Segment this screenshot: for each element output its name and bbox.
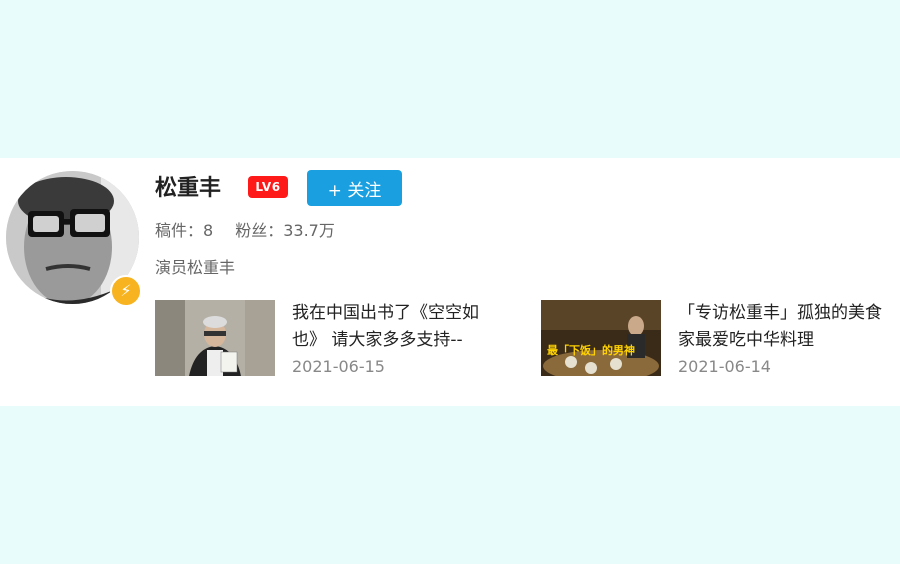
author-card: ⚡ 松重丰 LV6 + 关注 稿件：8 粉丝：33.7万 演员松重丰 我在中国出书… [0,158,900,406]
video-item[interactable]: 最「下饭」的男神 「专访松重丰」孤独的美食家最爱吃中华料理 2021-06-14 [541,300,886,380]
video-title[interactable]: 我在中国出书了《空空如也》 请大家多多支持-- [292,300,507,354]
posts-count: 8 [203,221,214,240]
fans-count: 33.7万 [283,221,335,240]
restaurant-table-thumbnail: 最「下饭」的男神 [541,300,661,376]
author-stats: 稿件：8 粉丝：33.7万 [155,220,335,242]
video-item[interactable]: 我在中国出书了《空空如也》 请大家多多支持-- 2021-06-15 [155,300,515,380]
author-bio: 演员松重丰 [155,258,236,277]
posts-label: 稿件： [155,221,204,240]
video-thumbnail[interactable]: 最「下饭」的男神 [541,300,661,376]
verified-badge: ⚡ [110,275,142,307]
video-date: 2021-06-14 [678,357,771,376]
level-badge: LV6 [248,176,288,198]
lightning-icon: ⚡ [120,281,132,300]
video-title[interactable]: 「专访松重丰」孤独的美食家最爱吃中华料理 [678,300,883,354]
man-holding-book-thumbnail [155,300,275,376]
video-thumbnail[interactable] [155,300,275,376]
thumbnail-caption: 最「下饭」的男神 [547,343,635,357]
avatar-container[interactable]: ⚡ [6,171,142,307]
follow-button[interactable]: + 关注 [307,170,402,206]
author-name[interactable]: 松重丰 [155,174,221,204]
video-date: 2021-06-15 [292,357,385,376]
fans-label: 粉丝： [235,221,284,240]
